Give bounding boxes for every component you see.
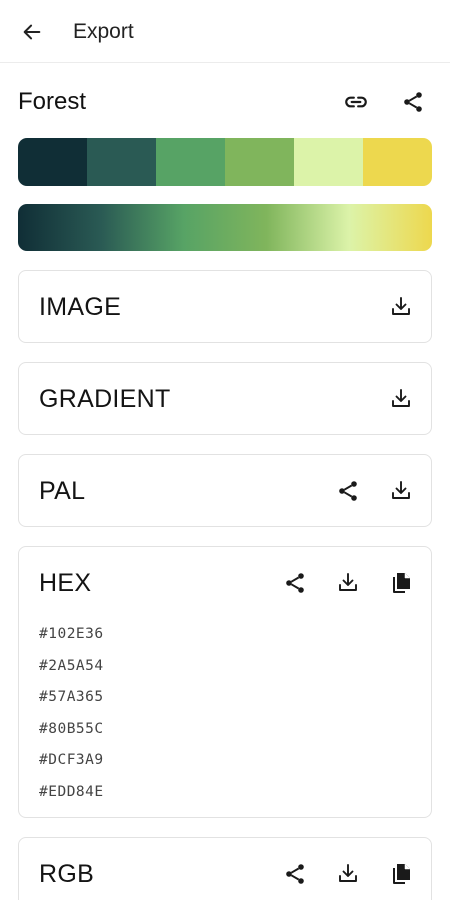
hex-values-list: #102E36 #2A5A54 #57A365 #80B55C #DCF3A9 …: [39, 619, 104, 808]
share-hex-button[interactable]: [280, 568, 310, 598]
export-card-rgb: RGB: [18, 837, 432, 900]
download-pal-button[interactable]: [386, 476, 416, 506]
export-card-pal: PAL: [18, 454, 432, 527]
copy-hex-button[interactable]: [386, 568, 416, 598]
download-hex-button[interactable]: [333, 568, 363, 598]
color-swatch[interactable]: [87, 138, 156, 186]
share-icon: [339, 481, 357, 501]
copy-link-button[interactable]: [342, 88, 370, 116]
download-rgb-button[interactable]: [333, 859, 363, 889]
share-pal-button[interactable]: [333, 476, 363, 506]
color-swatch[interactable]: [18, 138, 87, 186]
palette-header: Forest: [18, 84, 432, 120]
hex-value: #2A5A54: [39, 657, 104, 674]
share-icon: [286, 864, 304, 884]
hex-value: #EDD84E: [39, 783, 104, 800]
export-card-hex: HEX #102E36 #2A5A54 #57A365 #80B55C #DCF…: [18, 546, 432, 818]
hex-value: #80B55C: [39, 720, 104, 737]
color-swatch[interactable]: [225, 138, 294, 186]
copy-rgb-button[interactable]: [386, 859, 416, 889]
download-icon: [392, 481, 410, 499]
color-swatch[interactable]: [156, 138, 225, 186]
card-title: PAL: [39, 477, 86, 505]
card-title: RGB: [39, 860, 95, 888]
page-title: Export: [73, 20, 134, 43]
back-button[interactable]: [16, 16, 48, 48]
card-title: GRADIENT: [39, 385, 171, 413]
palette-name: Forest: [18, 88, 87, 115]
export-card-image: IMAGE: [18, 270, 432, 343]
link-icon: [345, 96, 367, 108]
download-icon: [339, 573, 357, 591]
palette-swatches: [18, 138, 432, 186]
copy-icon: [393, 864, 410, 884]
share-icon: [404, 92, 422, 112]
gradient-preview: [18, 204, 432, 251]
download-icon: [392, 297, 410, 315]
download-icon: [392, 389, 410, 407]
hex-value: #57A365: [39, 689, 104, 705]
app-bar: Export: [0, 0, 450, 63]
card-title: HEX: [39, 569, 92, 597]
share-icon: [286, 573, 304, 593]
share-rgb-button[interactable]: [280, 859, 310, 889]
export-card-gradient: GRADIENT: [18, 362, 432, 435]
download-icon: [339, 864, 357, 882]
download-image-button[interactable]: [386, 292, 416, 322]
hex-value: #DCF3A9: [39, 752, 104, 768]
download-gradient-button[interactable]: [386, 384, 416, 414]
arrow-left-icon: [23, 24, 41, 40]
color-swatch[interactable]: [294, 138, 363, 186]
copy-icon: [393, 573, 410, 593]
hex-value: #102E36: [39, 626, 104, 642]
card-title: IMAGE: [39, 293, 122, 321]
share-palette-button[interactable]: [399, 88, 427, 116]
color-swatch[interactable]: [363, 138, 432, 186]
